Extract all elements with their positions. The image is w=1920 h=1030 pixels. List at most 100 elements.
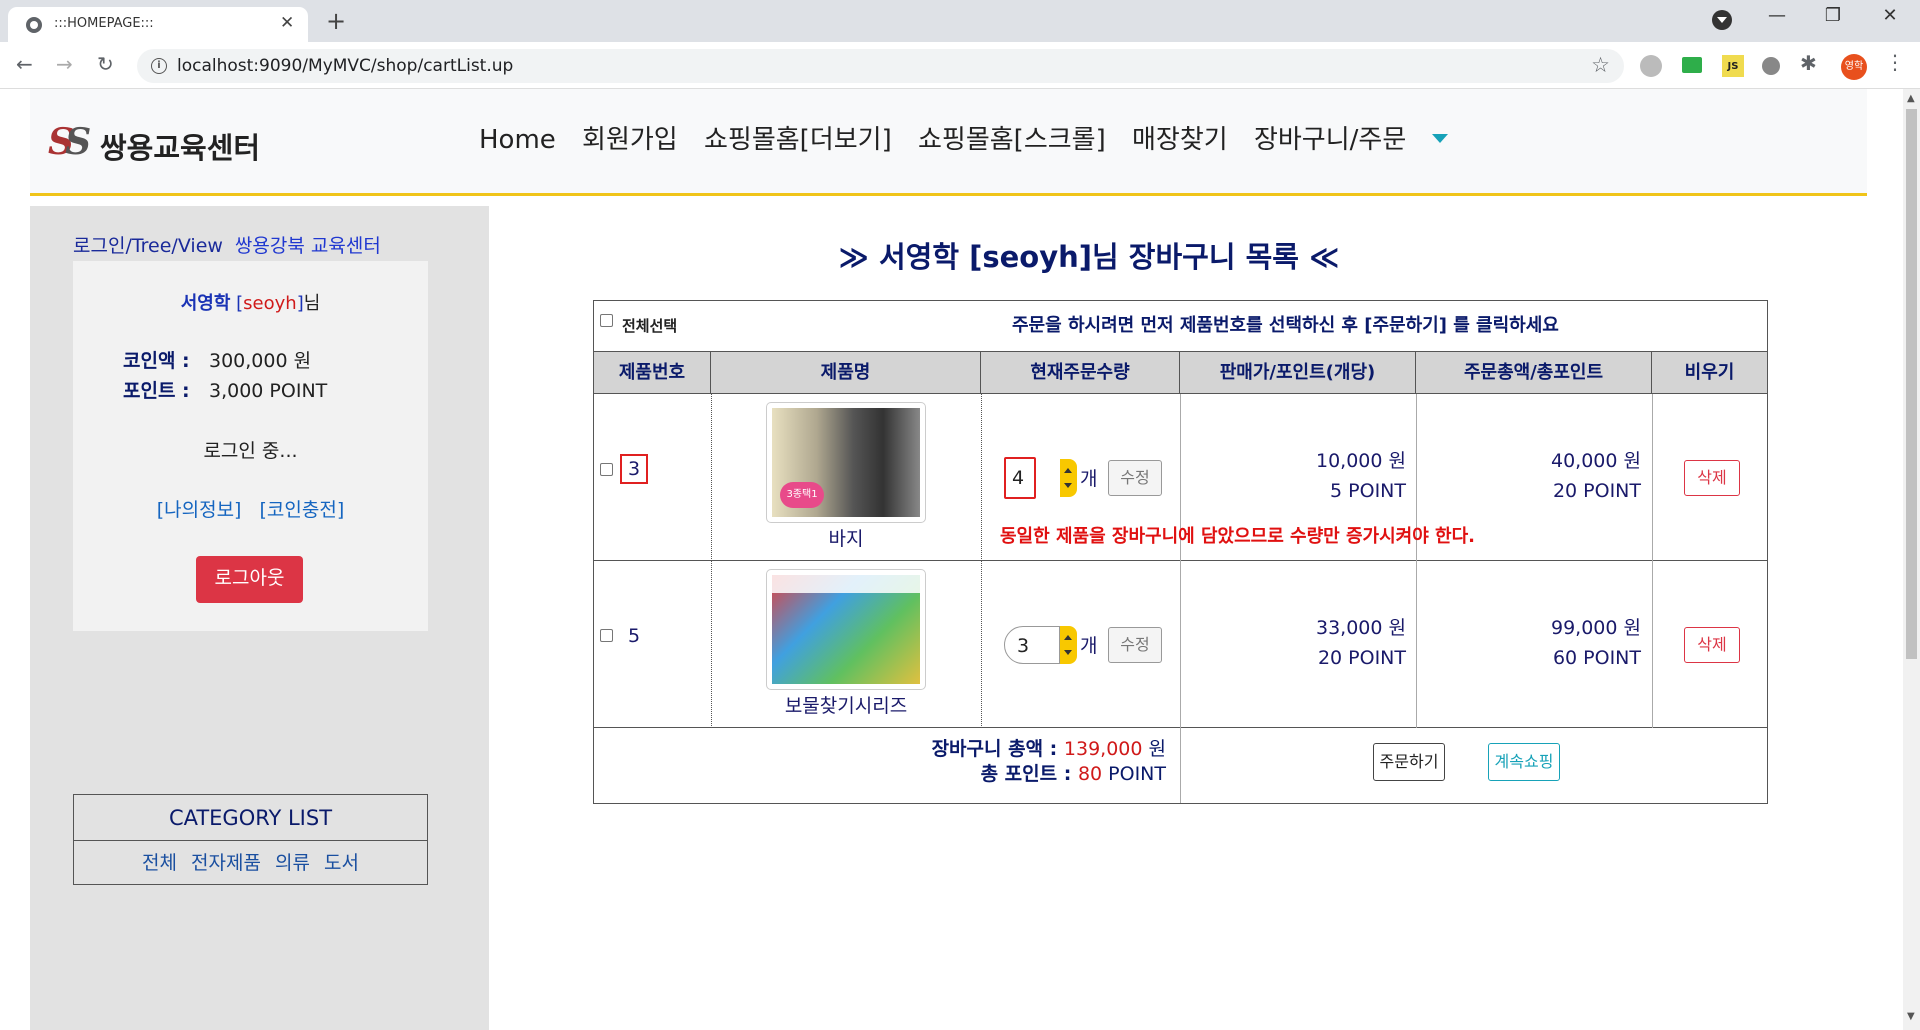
col-header-unit-price: 판매가/포인트(개당) bbox=[1180, 352, 1416, 393]
my-info-link[interactable]: [나의정보] bbox=[157, 499, 242, 521]
coin-charge-link[interactable]: [코인충전] bbox=[260, 499, 345, 521]
category-list: CATEGORY LIST 전체 전자제품 의류 도서 bbox=[73, 794, 428, 885]
logo-text: 쌍용교육센터 bbox=[100, 131, 261, 165]
info-icon[interactable]: i bbox=[151, 58, 167, 74]
new-tab-icon[interactable]: + bbox=[326, 7, 346, 35]
category-electronics[interactable]: 전자제품 bbox=[191, 852, 261, 874]
quantity-input[interactable]: 3 bbox=[1004, 626, 1060, 664]
nav-register[interactable]: 회원가입 bbox=[582, 125, 678, 155]
tab-search-icon[interactable] bbox=[1712, 10, 1732, 30]
page-title: ≫ 서영학 [seoyh]님 장바구니 목록 ≪ bbox=[838, 240, 1340, 274]
cart-table: 전체선택 주문을 하시려면 먼저 제품번호를 선택하신 후 [주문하기] 를 클… bbox=[593, 300, 1768, 804]
restore-icon[interactable]: ❐ bbox=[1813, 5, 1853, 26]
continue-shopping-button[interactable]: 계속쇼핑 bbox=[1488, 743, 1560, 781]
point-value: 3,000 POINT bbox=[209, 380, 328, 402]
unit-point: 20 POINT bbox=[1317, 647, 1406, 669]
product-name[interactable]: 보물찾기시리즈 bbox=[711, 691, 981, 718]
unit-price-cell: 33,000 원 20 POINT bbox=[1221, 613, 1406, 673]
browser-toolbar: ← → ↻ i localhost:9090/MyMVC/shop/cartLi… bbox=[0, 42, 1920, 89]
category-books[interactable]: 도서 bbox=[324, 852, 359, 874]
cart-header-row: 제품번호 제품명 현재주문수량 판매가/포인트(개당) 주문총액/총포인트 비우… bbox=[594, 352, 1767, 394]
browser-tab[interactable]: :::HOMEPAGE::: ✕ bbox=[8, 7, 308, 42]
nav-shop-more[interactable]: 쇼핑몰홈[더보기] bbox=[704, 125, 892, 155]
nav-cart-order-label: 장바구니/주문 bbox=[1253, 125, 1407, 155]
quantity-input[interactable]: 4 bbox=[1004, 457, 1036, 499]
nav-shop-scroll[interactable]: 쇼핑몰홈[스크롤] bbox=[918, 125, 1106, 155]
login-tree-view-link[interactable]: 로그인/Tree/View bbox=[73, 235, 223, 257]
product-number: 5 bbox=[628, 625, 641, 647]
product-name[interactable]: 바지 bbox=[711, 524, 981, 551]
forward-icon[interactable]: → bbox=[56, 52, 73, 76]
bug-extension-icon[interactable] bbox=[1762, 57, 1780, 75]
page-viewport: SS 쌍용교육센터 Home 회원가입 쇼핑몰홈[더보기] 쇼핑몰홈[스크롤] … bbox=[0, 89, 1920, 1030]
close-tab-icon[interactable]: ✕ bbox=[280, 13, 294, 33]
quantity-unit: 개 bbox=[1080, 468, 1098, 490]
scroll-up-icon[interactable]: ▲ bbox=[1907, 93, 1915, 104]
site-navbar: SS 쌍용교육센터 Home 회원가입 쇼핑몰홈[더보기] 쇼핑몰홈[스크롤] … bbox=[30, 89, 1867, 196]
nav-home[interactable]: Home bbox=[479, 125, 556, 155]
order-button[interactable]: 주문하기 bbox=[1373, 743, 1445, 781]
reload-icon[interactable]: ↻ bbox=[97, 52, 114, 76]
profile-avatar[interactable]: 영학 bbox=[1841, 54, 1867, 80]
column-divider bbox=[1180, 728, 1181, 803]
extension-screen-icon[interactable] bbox=[1682, 57, 1702, 73]
coin-value: 300,000 원 bbox=[209, 350, 312, 372]
address-bar[interactable]: i localhost:9090/MyMVC/shop/cartList.up … bbox=[137, 49, 1624, 83]
login-status: 로그인 중... bbox=[203, 440, 298, 462]
edit-quantity-button[interactable]: 수정 bbox=[1108, 627, 1162, 663]
item-checkbox[interactable] bbox=[600, 629, 613, 642]
vertical-scrollbar[interactable]: ▲ ▼ bbox=[1903, 89, 1920, 1030]
back-icon[interactable]: ← bbox=[16, 52, 33, 76]
extensions-puzzle-icon[interactable]: ✱ bbox=[1800, 51, 1822, 75]
col-header-product-name: 제품명 bbox=[711, 352, 981, 393]
category-title: CATEGORY LIST bbox=[74, 795, 427, 841]
minimize-icon[interactable]: — bbox=[1757, 5, 1797, 26]
total-point: 60 POINT bbox=[1552, 647, 1641, 669]
duplicate-item-warning: 동일한 제품을 장바구니에 담았으므로 수량만 증가시켜야 한다. bbox=[1000, 526, 1475, 547]
delete-item-button[interactable]: 삭제 bbox=[1684, 627, 1740, 663]
center-link[interactable]: 쌍용강북 교육센터 bbox=[235, 235, 381, 257]
logout-button[interactable]: 로그아웃 bbox=[196, 556, 303, 603]
caret-down-icon bbox=[1432, 134, 1449, 143]
product-image[interactable] bbox=[766, 569, 926, 690]
category-all[interactable]: 전체 bbox=[142, 852, 177, 874]
sidebar: 로그인/Tree/View 쌍용강북 교육센터 서영학 [seoyh]님 코인액 … bbox=[30, 206, 489, 1030]
nav-store-finder[interactable]: 매장찾기 bbox=[1132, 125, 1228, 155]
column-divider bbox=[1652, 394, 1653, 561]
quantity-spinner[interactable] bbox=[1060, 626, 1077, 664]
login-info-box: 서영학 [seoyh]님 코인액 : 300,000 원 포인트 : 3,000 P… bbox=[73, 261, 428, 631]
delete-item-button[interactable]: 삭제 bbox=[1684, 460, 1740, 496]
pants-photo bbox=[772, 408, 920, 517]
quantity-value: 4 bbox=[1012, 467, 1025, 489]
point-row: 포인트 : 3,000 POINT bbox=[123, 376, 327, 403]
select-all-checkbox[interactable] bbox=[600, 314, 613, 327]
page-container: SS 쌍용교육센터 Home 회원가입 쇼핑몰홈[더보기] 쇼핑몰홈[스크롤] … bbox=[30, 89, 1867, 1030]
coin-label: 코인액 : bbox=[123, 350, 190, 372]
edit-quantity-button[interactable]: 수정 bbox=[1108, 460, 1162, 496]
item-checkbox[interactable] bbox=[600, 463, 613, 476]
scroll-down-icon[interactable]: ▼ bbox=[1907, 1011, 1915, 1022]
more-menu-icon[interactable]: ⋮ bbox=[1885, 50, 1905, 74]
js-extension-icon[interactable]: JS bbox=[1722, 55, 1744, 77]
col-header-quantity: 현재주문수량 bbox=[981, 352, 1180, 393]
url-text[interactable]: localhost:9090/MyMVC/shop/cartList.up bbox=[177, 56, 513, 76]
order-instruction: 주문을 하시려면 먼저 제품번호를 선택하신 후 [주문하기] 를 클릭하세요 bbox=[1012, 315, 1559, 336]
col-header-delete: 비우기 bbox=[1684, 362, 1735, 383]
extension-icon[interactable] bbox=[1640, 55, 1662, 77]
category-clothing[interactable]: 의류 bbox=[275, 852, 310, 874]
bookmark-star-icon[interactable]: ☆ bbox=[1591, 53, 1610, 77]
sidebar-header: 로그인/Tree/View 쌍용강북 교육센터 bbox=[73, 231, 381, 258]
total-price-cell: 99,000 원 60 POINT bbox=[1456, 613, 1641, 673]
product-image[interactable] bbox=[766, 402, 926, 523]
total-point: 20 POINT bbox=[1552, 480, 1641, 502]
cart-total-points: 총 포인트 : 80 POINT bbox=[981, 759, 1166, 786]
scrollbar-thumb[interactable] bbox=[1906, 109, 1917, 659]
close-window-icon[interactable]: ✕ bbox=[1870, 5, 1910, 26]
column-divider bbox=[981, 561, 982, 728]
column-divider bbox=[1652, 561, 1653, 728]
point-label: 포인트 : bbox=[123, 380, 190, 402]
select-all-label[interactable]: 전체선택 bbox=[622, 315, 677, 336]
user-name: 서영학 bbox=[180, 293, 231, 314]
quantity-spinner[interactable] bbox=[1060, 459, 1077, 497]
nav-cart-order-dropdown[interactable]: 장바구니/주문 bbox=[1254, 125, 1466, 155]
